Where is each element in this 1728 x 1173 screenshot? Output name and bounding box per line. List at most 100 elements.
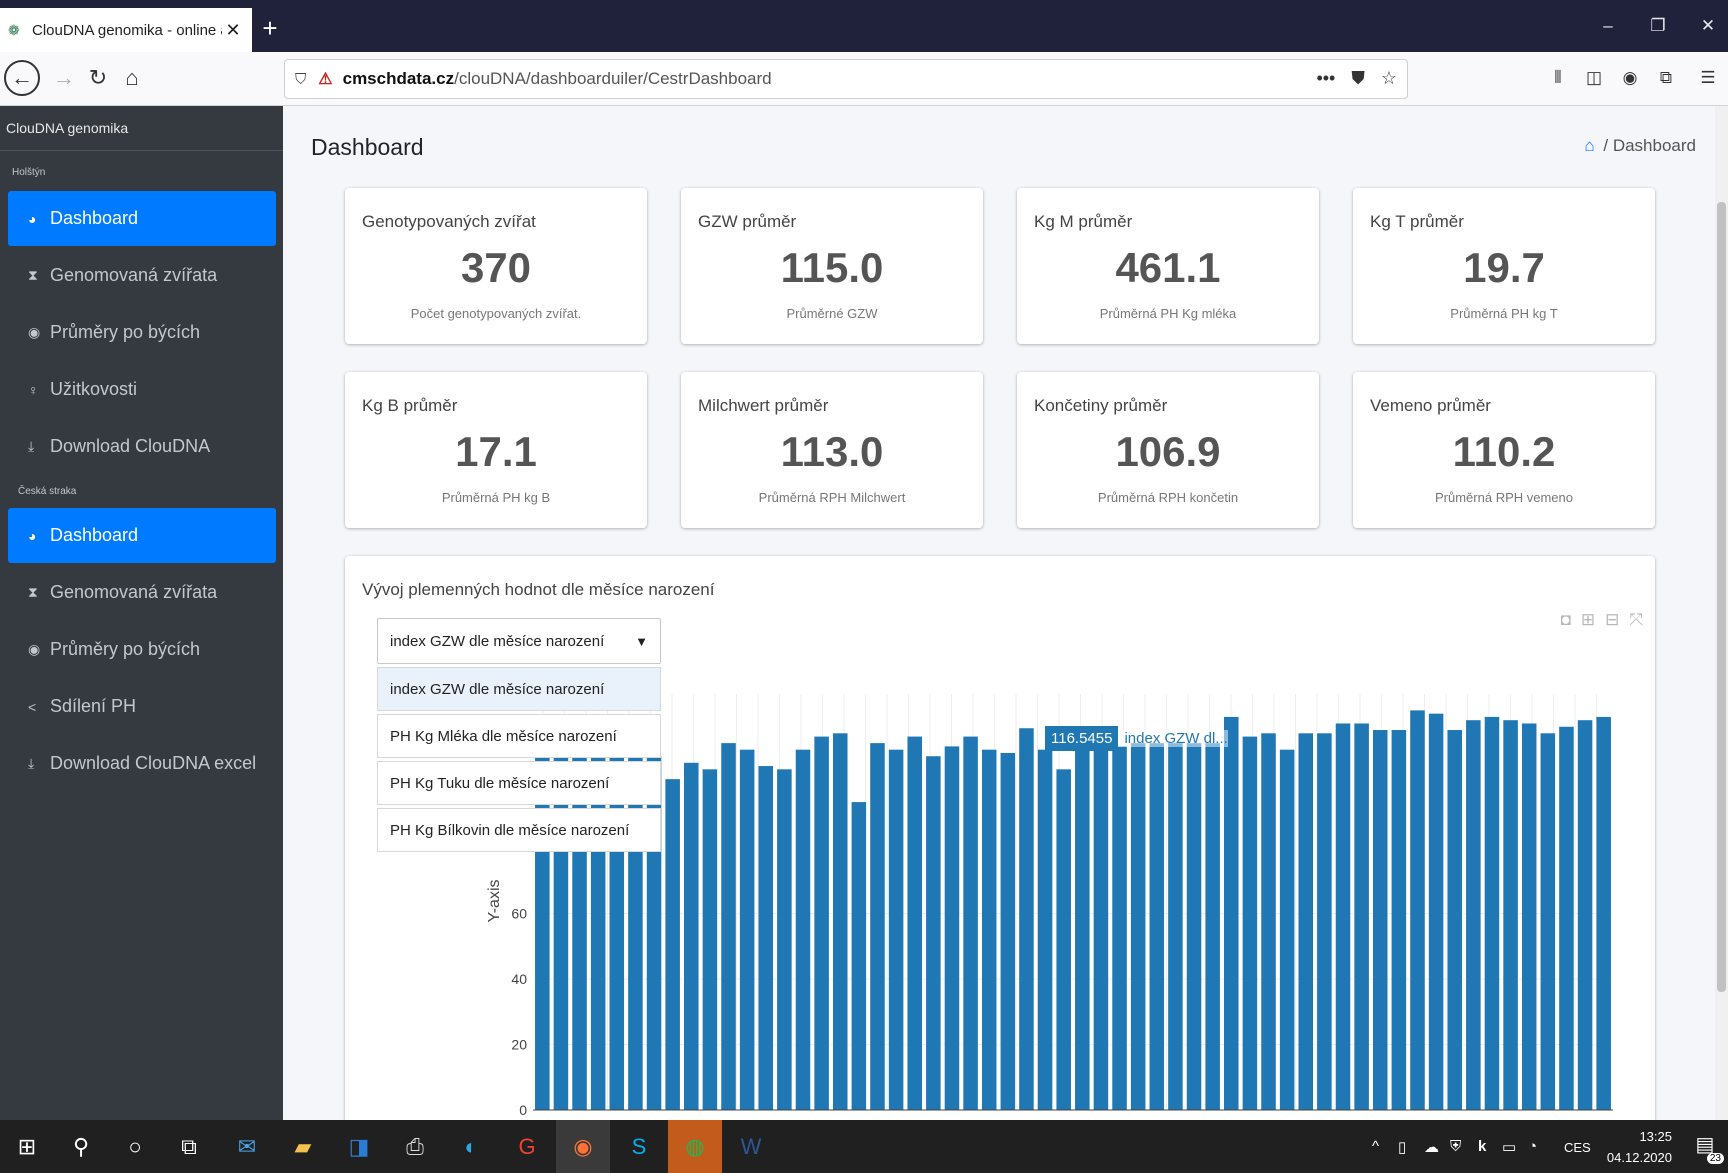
bookmark-star-icon[interactable]: ☆	[1381, 68, 1397, 89]
bar[interactable]	[1075, 743, 1090, 1110]
bar[interactable]	[1559, 726, 1574, 1110]
bar[interactable]	[1484, 716, 1500, 1110]
tray-wifi-icon[interactable]: ◔	[1528, 1138, 1537, 1155]
sidebar-toggle-icon[interactable]: ◫	[1582, 68, 1606, 88]
bar[interactable]	[739, 749, 755, 1110]
task-view-icon[interactable]: ⧉	[174, 1132, 204, 1162]
bar[interactable]	[758, 766, 774, 1110]
select-option[interactable]: index GZW dle měsíce narození	[377, 667, 661, 711]
sidebar-item-sdileni-ph[interactable]: < Sdílení PH	[8, 679, 276, 734]
more-actions-icon[interactable]: •••	[1316, 68, 1335, 89]
bar[interactable]	[777, 769, 792, 1110]
tab-close-icon[interactable]: ✕	[222, 20, 244, 41]
window-close-icon[interactable]: ✕	[1698, 16, 1718, 36]
search-icon[interactable]: ⚲	[66, 1132, 96, 1162]
outlook-icon[interactable]: ◨	[344, 1132, 374, 1162]
camera-icon[interactable]: ◘	[1561, 610, 1571, 630]
bar[interactable]	[1372, 730, 1388, 1110]
bar[interactable]	[1093, 749, 1109, 1110]
mail-app-icon[interactable]: ✉	[232, 1132, 262, 1162]
bar[interactable]	[870, 743, 885, 1110]
bar[interactable]	[814, 736, 829, 1110]
taskbar-clock[interactable]: 13:25 04.12.2020	[1607, 1126, 1672, 1168]
bar[interactable]	[1168, 743, 1183, 1110]
insecure-lock-icon[interactable]: ⚠	[318, 69, 332, 89]
bar[interactable]	[1056, 769, 1071, 1110]
bar[interactable]	[1205, 743, 1220, 1110]
skype-icon[interactable]: S	[624, 1132, 654, 1162]
bar[interactable]	[926, 756, 941, 1110]
zoom-out-icon[interactable]: ⊟	[1605, 610, 1619, 630]
edge-icon[interactable]: ◐	[456, 1132, 486, 1162]
bar[interactable]	[1521, 723, 1537, 1110]
select-option[interactable]: PH Kg Mléka dle měsíce narození	[377, 714, 661, 758]
bar[interactable]	[1186, 743, 1202, 1110]
bar[interactable]	[1298, 733, 1314, 1110]
bar[interactable]	[907, 736, 922, 1110]
reload-icon[interactable]: ↻	[82, 62, 114, 94]
bar[interactable]	[832, 733, 848, 1110]
sidebar-item-genomovana-zvirata-straka[interactable]: ⧗ Genomovaná zvířata	[8, 565, 276, 620]
tray-chevron-icon[interactable]: ^	[1372, 1138, 1379, 1155]
bar[interactable]	[1335, 723, 1351, 1110]
bar[interactable]	[1224, 716, 1239, 1110]
account-icon[interactable]: ◉	[1618, 68, 1642, 88]
bar[interactable]	[1279, 749, 1295, 1110]
home-icon[interactable]: ⌂	[116, 62, 148, 94]
bar[interactable]	[1466, 720, 1481, 1110]
bar[interactable]	[1317, 733, 1332, 1110]
bar[interactable]	[1447, 730, 1462, 1110]
tray-device-icon[interactable]: ▯	[1398, 1138, 1406, 1156]
tray-battery-icon[interactable]: ▭	[1502, 1138, 1516, 1156]
bar[interactable]	[1242, 736, 1258, 1110]
spotify-icon[interactable]: ◍	[680, 1132, 710, 1162]
bar[interactable]	[721, 743, 736, 1110]
library-icon[interactable]: ⫴	[1546, 68, 1570, 88]
tray-cloud-icon[interactable]: ☁	[1424, 1138, 1439, 1156]
bar[interactable]	[1354, 723, 1369, 1110]
bar[interactable]	[1000, 752, 1016, 1110]
bar[interactable]	[1391, 730, 1407, 1110]
tray-language[interactable]: CES	[1564, 1140, 1591, 1155]
home-icon[interactable]: ⌂	[1584, 136, 1594, 155]
bar[interactable]	[1112, 746, 1127, 1110]
windows-start-icon[interactable]: ⊞	[12, 1132, 42, 1162]
tray-k-icon[interactable]: k	[1478, 1138, 1486, 1155]
brand-link[interactable]: ClouDNA genomika	[0, 106, 283, 151]
bar[interactable]	[851, 802, 867, 1110]
bar[interactable]	[1149, 743, 1165, 1110]
back-icon[interactable]: ←	[4, 60, 40, 96]
cortana-icon[interactable]: ○	[120, 1132, 150, 1162]
bar[interactable]	[1540, 733, 1556, 1110]
metric-select[interactable]: index GZW dle měsíce narození ▼	[377, 618, 661, 664]
forward-icon[interactable]: →	[48, 62, 80, 94]
browser-tab[interactable]: ❁ ClouDNA genomika - online ap ✕	[0, 8, 252, 52]
bar[interactable]	[981, 749, 997, 1110]
sidebar-item-download-cloudna-excel[interactable]: ⤓ Download ClouDNA excel	[8, 736, 276, 791]
minimize-icon[interactable]: –	[1598, 16, 1618, 36]
bar[interactable]	[963, 736, 978, 1110]
shield-icon[interactable]: ⛉	[295, 71, 306, 88]
sidebar-item-dashboard-straka[interactable]: ◕ Dashboard	[8, 508, 276, 563]
sidebar-item-uzitkovosti[interactable]: ♀ Užitkovosti	[8, 362, 276, 417]
scrollbar-thumb[interactable]	[1717, 202, 1726, 992]
pocket-icon[interactable]: ⛊	[1351, 68, 1365, 89]
extension-icon[interactable]: ⧉	[1654, 68, 1678, 88]
firefox-icon[interactable]: ◉	[568, 1132, 598, 1162]
bar[interactable]	[702, 769, 718, 1110]
bar[interactable]	[1130, 743, 1146, 1110]
notification-center-icon[interactable]: ▤ 23	[1690, 1132, 1724, 1164]
bar[interactable]	[665, 779, 680, 1110]
sidebar-item-genomovana-zvirata[interactable]: ⧗ Genomovaná zvířata	[8, 248, 276, 303]
printer-app-icon[interactable]: ⎙	[400, 1132, 430, 1162]
word-icon[interactable]: W	[736, 1132, 766, 1162]
tray-security-icon[interactable]: ⛨	[1450, 1138, 1461, 1155]
select-option[interactable]: PH Kg Tuku dle měsíce narození	[377, 761, 661, 805]
bar[interactable]	[1503, 720, 1518, 1110]
bar[interactable]	[1428, 713, 1444, 1110]
menu-hamburger-icon[interactable]: ☰	[1696, 68, 1720, 88]
bar[interactable]	[684, 762, 699, 1110]
sidebar-item-download-cloudna[interactable]: ⤓ Download ClouDNA	[8, 419, 276, 474]
restore-icon[interactable]: ❐	[1648, 16, 1668, 36]
sidebar-item-prumery-po-bycich-straka[interactable]: ◉ Průměry po býcích	[8, 622, 276, 677]
